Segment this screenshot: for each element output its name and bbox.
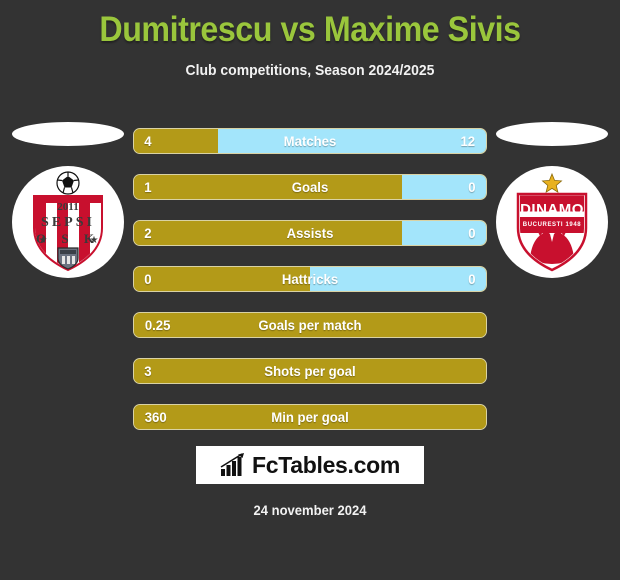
stat-bar-row: 360 Min per goal (133, 404, 487, 430)
away-club-logo: DINAMO BUCURESTI 1948 (492, 122, 612, 297)
stat-bar-row: 0 Hattricks 0 (133, 266, 487, 292)
stat-bar-row: 3 Shots per goal (133, 358, 487, 384)
svg-text:★: ★ (90, 235, 99, 246)
stat-bar-row: 0.25 Goals per match (133, 312, 487, 338)
stat-label: Goals (291, 179, 329, 195)
home-club-logo: 2011 SEPSI O S K ★ ★ (8, 122, 128, 297)
stat-bars-list: 4 Matches 12 1 Goals 0 2 Assists 0 0 Hattricks 0 0.2… (133, 128, 487, 450)
stat-away-value: 0 (468, 179, 476, 195)
stat-away-value: 12 (460, 133, 476, 149)
stat-bar-row: 2 Assists 0 (133, 220, 487, 246)
sepsi-osk-crest-icon: 2011 SEPSI O S K ★ ★ (33, 171, 103, 272)
stat-label: Min per goal (271, 409, 349, 425)
stat-label: Assists (286, 225, 334, 241)
svg-text:SEPSI: SEPSI (41, 215, 95, 230)
page-subtitle: Club competitions, Season 2024/2025 (185, 62, 435, 79)
svg-text:★: ★ (39, 235, 48, 246)
stat-bar-row: 4 Matches 12 (133, 128, 487, 154)
away-logo-circle: DINAMO BUCURESTI 1948 (496, 166, 608, 278)
dinamo-bucuresti-crest-icon: DINAMO BUCURESTI 1948 (516, 172, 588, 272)
fctables-brand-text: FcTables.com (251, 451, 401, 478)
stat-label: Matches (283, 133, 337, 149)
stat-away-value: 0 (468, 225, 476, 241)
stat-bar-row: 1 Goals 0 (133, 174, 487, 200)
stat-label: Hattricks (281, 271, 339, 287)
stat-comparison-card: Dumitrescu vs Maxime Sivis Club competit… (0, 0, 620, 580)
svg-text:2011: 2011 (57, 201, 78, 213)
away-logo-ellipse (496, 122, 608, 146)
svg-text:BUCURESTI 1948: BUCURESTI 1948 (523, 222, 581, 228)
svg-text:DINAMO: DINAMO (520, 201, 584, 218)
stat-away-value: 0 (468, 271, 476, 287)
page-title: Dumitrescu vs Maxime Sivis (99, 10, 521, 49)
stat-label: Goals per match (258, 317, 362, 333)
bar-chart-arrow-icon (220, 453, 246, 477)
date-label: 24 november 2024 (253, 502, 367, 518)
home-logo-circle: 2011 SEPSI O S K ★ ★ (12, 166, 124, 278)
fctables-logo[interactable]: FcTables.com (196, 446, 424, 484)
home-logo-ellipse (12, 122, 124, 146)
stat-label: Shots per goal (264, 363, 356, 379)
